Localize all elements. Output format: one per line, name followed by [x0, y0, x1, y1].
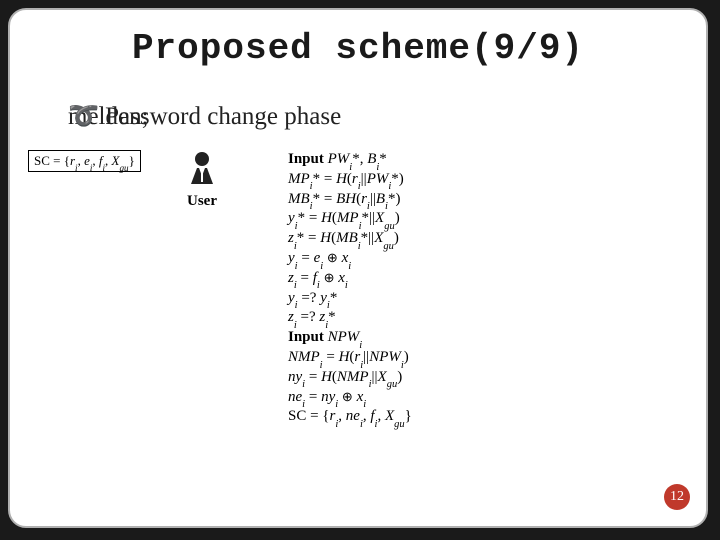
smartcard-box: SC = {ri, ei, fi, Xgu}	[28, 150, 141, 172]
step-line: MBi* = BH(ri||Bi*)	[288, 190, 412, 210]
step-line: Input NPWi	[288, 328, 412, 348]
page-number-badge: 12	[664, 484, 690, 510]
user-label: User	[174, 193, 230, 210]
section-heading: ➰Password change phase	[68, 102, 341, 131]
step-line: nyi = H(NMPi||Xgu)	[288, 368, 412, 388]
step-line: zi* = H(MBi*||Xgu)	[288, 229, 412, 249]
slide-frame: Proposed scheme(9/9) melden; ➰Password …	[8, 8, 708, 528]
user-icon	[174, 150, 230, 191]
loop-arrow-icon: ➰	[68, 103, 99, 130]
step-line: yi =? yi*	[288, 289, 412, 309]
step-line: nei = nyi ⊕ xi	[288, 388, 412, 408]
step-line: NMPi = H(ri||NPWi)	[288, 348, 412, 368]
step-line: zi =? zi*	[288, 308, 412, 328]
step-line: SC = {ri, nei, fi, Xgu}	[288, 407, 412, 427]
step-line: Input PWi*, Bi*	[288, 150, 412, 170]
step-line: yi* = H(MPi*||Xgu)	[288, 209, 412, 229]
protocol-steps: Input PWi*, Bi* MPi* = H(ri||PWi*) MBi* …	[288, 150, 412, 427]
slide-title: Proposed scheme(9/9)	[10, 28, 706, 69]
user-block: User	[174, 150, 230, 210]
section-text: Password change phase	[105, 103, 341, 130]
